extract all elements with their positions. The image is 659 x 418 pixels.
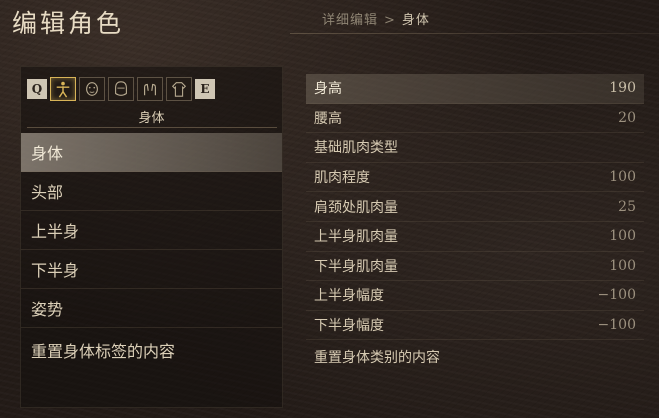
tab-body[interactable] — [50, 77, 76, 101]
category-panel: Q E 身体 身体 头部 上半身 下半身 姿势 重置身体标签的内容 — [20, 66, 283, 408]
menu-item-head[interactable]: 头部 — [21, 172, 282, 211]
menu-item-reset-body-tab[interactable]: 重置身体标签的内容 — [21, 328, 282, 372]
property-value: 25 — [618, 198, 636, 215]
property-row-lower-body-muscle[interactable]: 下半身肌肉量 100 — [306, 252, 644, 282]
property-value: 190 — [609, 80, 636, 97]
header-divider — [290, 33, 659, 34]
property-value: 100 — [609, 228, 636, 245]
head-icon — [115, 81, 127, 96]
property-row-shoulder-neck-muscle[interactable]: 肩颈处肌肉量 25 — [306, 192, 644, 222]
property-value: 100 — [609, 257, 636, 274]
property-label: 腰高 — [314, 110, 342, 127]
menu-item-upper-body[interactable]: 上半身 — [21, 211, 282, 250]
torso-icon — [171, 82, 187, 97]
property-row-height[interactable]: 身高 190 — [306, 74, 644, 104]
property-label: 上半身肌肉量 — [314, 229, 398, 246]
menu-item-lower-body[interactable]: 下半身 — [21, 250, 282, 289]
property-row-muscle-level[interactable]: 肌肉程度 100 — [306, 163, 644, 193]
property-label: 下半身肌肉量 — [314, 258, 398, 275]
property-row-upper-body-width[interactable]: 上半身幅度 −100 — [306, 281, 644, 311]
page-title: 编辑角色 — [12, 9, 125, 38]
property-label: 身高 — [314, 81, 342, 98]
property-label: 肌肉程度 — [314, 170, 370, 187]
property-row-base-muscle-type[interactable]: 基础肌肉类型 — [306, 133, 644, 163]
active-tab-label: 身体 — [138, 111, 165, 126]
body-icon — [56, 81, 70, 98]
property-label: 基础肌肉类型 — [314, 140, 398, 157]
property-value: 20 — [618, 109, 636, 126]
face-icon — [86, 82, 98, 96]
tab-face[interactable] — [79, 77, 105, 101]
property-value: −100 — [597, 317, 636, 334]
prev-tab-key[interactable]: Q — [27, 79, 47, 99]
next-tab-key[interactable]: E — [195, 79, 215, 99]
property-value: 100 — [609, 169, 636, 186]
category-menu: 身体 头部 上半身 下半身 姿势 重置身体标签的内容 — [21, 133, 282, 372]
property-label: 肩颈处肌肉量 — [314, 199, 398, 216]
property-row-upper-body-muscle[interactable]: 上半身肌肉量 100 — [306, 222, 644, 252]
hands-icon — [144, 83, 156, 96]
property-row-reset-body-category[interactable]: 重置身体类别的内容 — [306, 340, 644, 374]
property-label: 下半身幅度 — [314, 318, 384, 335]
category-tabbar: Q E — [27, 74, 277, 104]
breadcrumb-separator: > — [384, 13, 396, 28]
tab-head[interactable] — [108, 77, 134, 101]
property-value: −100 — [597, 287, 636, 304]
property-label: 重置身体类别的内容 — [314, 350, 440, 367]
breadcrumb-parent[interactable]: 详细编辑 — [322, 13, 378, 28]
property-label: 上半身幅度 — [314, 288, 384, 305]
property-list: 身高 190 腰高 20 基础肌肉类型 肌肉程度 100 肩颈处肌肉量 25 上… — [306, 74, 644, 374]
tab-divider — [27, 127, 277, 128]
tab-torso[interactable] — [166, 77, 192, 101]
tab-hands[interactable] — [137, 77, 163, 101]
menu-item-pose[interactable]: 姿势 — [21, 289, 282, 328]
menu-item-body[interactable]: 身体 — [21, 133, 282, 172]
breadcrumb: 详细编辑 > 身体 — [322, 9, 430, 28]
breadcrumb-current: 身体 — [401, 13, 430, 28]
property-row-waist-height[interactable]: 腰高 20 — [306, 104, 644, 134]
property-row-lower-body-width[interactable]: 下半身幅度 −100 — [306, 311, 644, 341]
